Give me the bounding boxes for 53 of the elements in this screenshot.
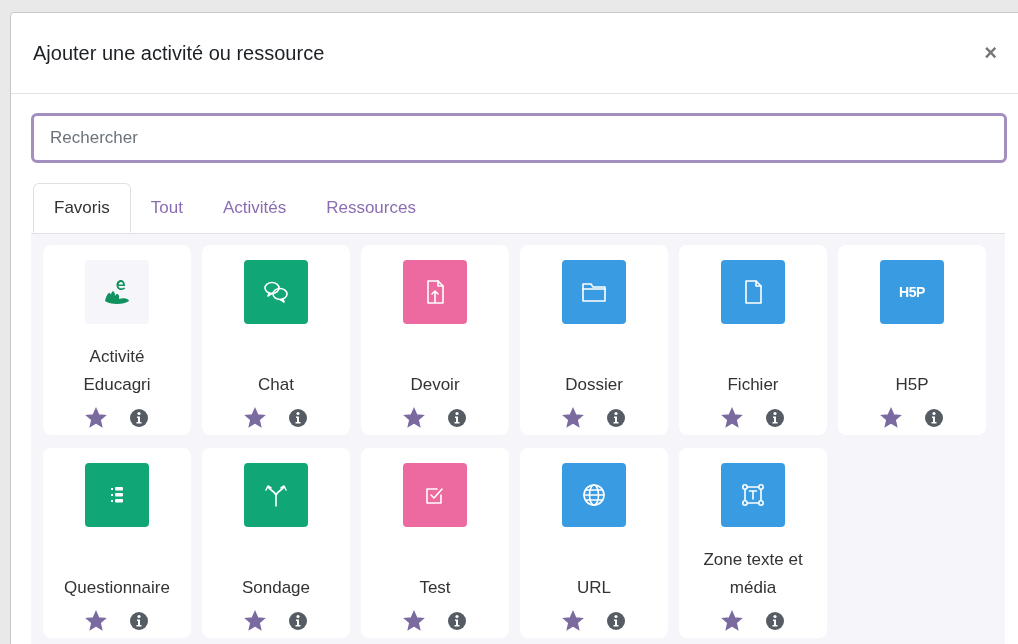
activity-card[interactable]: URL (520, 448, 668, 638)
info-icon[interactable] (447, 408, 467, 428)
info-icon[interactable] (447, 611, 467, 631)
info-icon[interactable] (288, 408, 308, 428)
info-icon[interactable] (288, 611, 308, 631)
activity-name: Dossier (565, 374, 623, 396)
activity-name: Questionnaire (64, 577, 170, 599)
activity-card[interactable]: Sondage (202, 448, 350, 638)
activity-name: URL (577, 577, 611, 599)
info-icon[interactable] (606, 408, 626, 428)
star-icon[interactable] (562, 407, 584, 429)
star-icon[interactable] (85, 407, 107, 429)
activity-card[interactable]: H5P H5P (838, 245, 986, 435)
tab[interactable]: Favoris (33, 183, 131, 233)
leaf-letter-logo-icon (102, 277, 132, 307)
star-icon[interactable] (244, 610, 266, 632)
activity-card[interactable]: Activité Educagri (43, 245, 191, 435)
activity-card[interactable]: Zone texte et média (679, 448, 827, 638)
activity-card[interactable]: Questionnaire (43, 448, 191, 638)
tab[interactable]: Tout (130, 183, 203, 233)
activity-card[interactable]: Dossier (520, 245, 668, 435)
star-icon[interactable] (403, 610, 425, 632)
star-icon[interactable] (85, 610, 107, 632)
info-icon[interactable] (606, 611, 626, 631)
tab[interactable]: Activités (202, 183, 307, 233)
activity-name: Devoir (410, 374, 460, 396)
dialog-title: Ajouter une activité ou ressource (33, 41, 325, 66)
activity-name: Chat (258, 374, 294, 396)
activity-name: Zone texte et média (702, 549, 804, 599)
info-icon[interactable] (924, 408, 944, 428)
activity-name: H5P (895, 374, 929, 396)
info-icon[interactable] (129, 408, 149, 428)
activity-name: Sondage (241, 577, 311, 599)
tab[interactable]: Ressources (306, 183, 436, 233)
info-icon[interactable] (765, 611, 785, 631)
star-icon[interactable] (562, 610, 584, 632)
star-icon[interactable] (244, 407, 266, 429)
close-button[interactable]: × (984, 42, 997, 64)
info-icon[interactable] (129, 611, 149, 631)
activity-card[interactable]: Devoir (361, 245, 509, 435)
activity-name: Activité Educagri (82, 346, 152, 396)
star-icon[interactable] (403, 407, 425, 429)
info-icon[interactable] (765, 408, 785, 428)
star-icon[interactable] (721, 407, 743, 429)
activity-card[interactable]: Test (361, 448, 509, 638)
h5p-logo: H5P (898, 282, 926, 302)
activity-name: Test (419, 577, 451, 599)
activity-card[interactable]: Fichier (679, 245, 827, 435)
star-icon[interactable] (721, 610, 743, 632)
activity-card[interactable]: Chat (202, 245, 350, 435)
search-field[interactable]: Rechercher (31, 113, 1007, 163)
star-icon[interactable] (880, 407, 902, 429)
activity-name: Fichier (727, 374, 779, 396)
